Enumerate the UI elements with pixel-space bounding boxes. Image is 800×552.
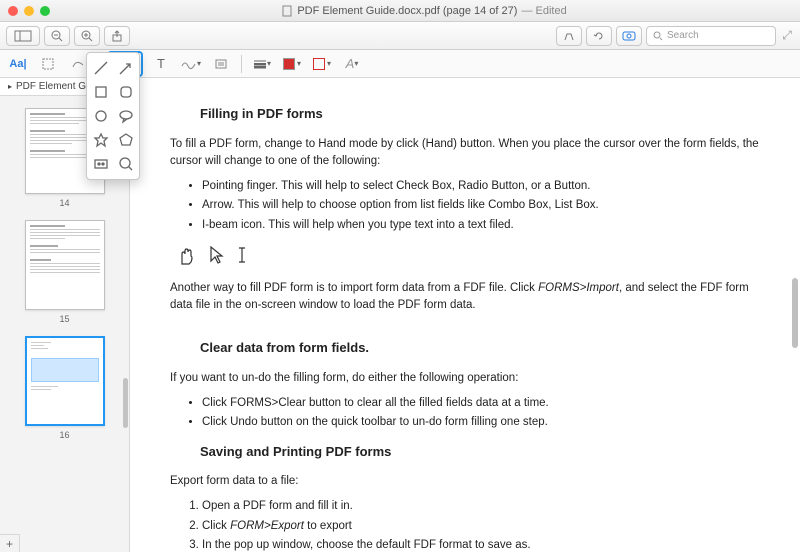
window-controls — [8, 6, 50, 16]
content-scrollbar[interactable] — [792, 278, 798, 348]
line-shape[interactable] — [91, 59, 110, 77]
circle-shape[interactable] — [91, 107, 110, 125]
text-format-button[interactable]: A▾ — [340, 53, 364, 75]
rotate-button[interactable] — [586, 26, 612, 46]
zoom-out-button[interactable] — [44, 26, 70, 46]
bullet-list: Pointing finger. This will help to selec… — [202, 178, 772, 234]
list-item: I-beam icon. This will help when you typ… — [202, 217, 772, 234]
heading-saving: Saving and Printing PDF forms — [200, 442, 772, 462]
square-shape[interactable] — [91, 83, 110, 101]
cursor-illustrations — [176, 244, 772, 266]
paragraph: To fill a PDF form, change to Hand mode … — [170, 136, 772, 171]
mask-shape[interactable] — [91, 155, 110, 173]
highlight-button[interactable] — [556, 26, 582, 46]
bullet-list: Click FORMS>Clear button to clear all th… — [202, 395, 772, 432]
document-content: Filling in PDF forms To fill a PDF form,… — [130, 78, 800, 552]
note-button[interactable] — [209, 53, 233, 75]
document-icon — [281, 5, 293, 17]
selection-button[interactable] — [36, 53, 60, 75]
list-item: In the pop up window, choose the default… — [202, 537, 772, 552]
sidebar-scrollbar[interactable] — [123, 378, 128, 428]
markup-button[interactable] — [616, 26, 642, 46]
search-input[interactable]: Search — [646, 26, 776, 46]
paragraph: Another way to fill PDF form is to impor… — [170, 280, 772, 315]
sidebar-toggle-button[interactable] — [6, 26, 40, 46]
border-color-button[interactable]: ▾ — [280, 53, 304, 75]
page-thumbnail-selected[interactable] — [25, 336, 105, 426]
hand-cursor-icon — [176, 244, 196, 266]
text-button[interactable]: T — [149, 53, 173, 75]
heading-filling: Filling in PDF forms — [200, 104, 772, 124]
page-thumbnail[interactable] — [25, 220, 105, 310]
search-placeholder: Search — [667, 30, 699, 41]
speech-bubble-shape[interactable] — [116, 107, 135, 125]
star-shape[interactable] — [91, 131, 110, 149]
list-item: Click FORMS>Clear button to clear all th… — [202, 395, 772, 412]
arrow-cursor-icon — [208, 244, 224, 266]
list-item: Pointing finger. This will help to selec… — [202, 178, 772, 195]
list-item: Click Undo button on the quick toolbar t… — [202, 414, 772, 431]
title-text: PDF Element Guide.docx.pdf (page 14 of 2… — [297, 5, 517, 17]
numbered-list: Open a PDF form and fill it in. Click FO… — [202, 498, 772, 552]
search-icon — [653, 31, 663, 41]
titlebar: PDF Element Guide.docx.pdf (page 14 of 2… — [0, 0, 800, 22]
add-page-button[interactable]: + — [0, 534, 20, 552]
minimize-icon[interactable] — [24, 6, 34, 16]
fill-color-button[interactable]: ▾ — [310, 53, 334, 75]
page-number: 16 — [0, 430, 129, 440]
list-item: Click FORM>Export to export — [202, 518, 772, 535]
share-button[interactable] — [104, 26, 130, 46]
page-number: 14 — [0, 198, 129, 208]
heading-clear: Clear data from form fields. — [200, 338, 772, 358]
polygon-shape[interactable] — [116, 131, 135, 149]
text-style-button[interactable]: Aa| — [6, 53, 30, 75]
list-item: Arrow. This will help to choose option f… — [202, 197, 772, 214]
sign-button[interactable]: ▾ — [179, 53, 203, 75]
paragraph: If you want to un-do the filling form, d… — [170, 370, 772, 387]
list-item: Open a PDF form and fill it in. — [202, 498, 772, 515]
rounded-square-shape[interactable] — [116, 83, 135, 101]
edited-label: — Edited — [521, 5, 566, 17]
main-toolbar: Search ⤢ — [0, 22, 800, 50]
zoom-icon[interactable] — [40, 6, 50, 16]
window-title: PDF Element Guide.docx.pdf (page 14 of 2… — [56, 5, 792, 17]
ibeam-cursor-icon — [236, 244, 248, 266]
page-number: 15 — [0, 314, 129, 324]
close-icon[interactable] — [8, 6, 18, 16]
expand-icon[interactable]: ⤢ — [780, 28, 794, 43]
line-style-button[interactable]: ▾ — [250, 53, 274, 75]
loupe-shape[interactable] — [116, 155, 135, 173]
arrow-shape[interactable] — [116, 59, 135, 77]
paragraph: Export form data to a file: — [170, 473, 772, 490]
shapes-popup — [86, 52, 140, 180]
zoom-in-button[interactable] — [74, 26, 100, 46]
